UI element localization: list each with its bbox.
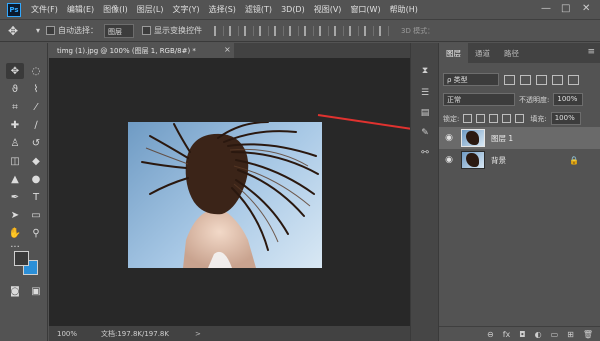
status-bar: 100% 文档:197.8K/197.8K >: [49, 326, 410, 341]
layer-row-background[interactable]: ◉ 背景 🔒: [439, 149, 600, 171]
delete-icon[interactable]: 🗑: [583, 330, 593, 339]
layers-panel-footer: ⊖ fx ◘ ◐ ▭ ⊞ 🗑: [439, 326, 600, 341]
adjustment-filter-icon[interactable]: [520, 74, 531, 85]
pixel-filter-icon[interactable]: [504, 74, 515, 85]
layer-row-layer1[interactable]: ◉ 图层 1: [439, 127, 600, 149]
adjustments-panel-icon[interactable]: ⚯: [418, 147, 432, 159]
lock-image-icon[interactable]: [476, 114, 486, 123]
lock-artboard-icon[interactable]: [502, 114, 512, 123]
layer-name: 背景: [491, 155, 506, 165]
panel-dock: ⧗ ☰ ▤ ✎ ⚯: [410, 43, 438, 341]
panel-tabs: 图层 通道 路径: [439, 43, 600, 63]
shape-filter-icon[interactable]: [552, 74, 563, 85]
group-icon[interactable]: ▭: [551, 330, 559, 339]
properties-panel-icon[interactable]: ☰: [418, 87, 432, 99]
document-info: 文档:197.8K/197.8K: [101, 329, 169, 338]
layer-lock-icon: 🔒: [569, 155, 579, 165]
tab-channels[interactable]: 通道: [468, 43, 497, 63]
blend-mode-dropdown[interactable]: 正常: [443, 93, 515, 106]
brush-settings-icon[interactable]: ✎: [418, 127, 432, 139]
status-menu-arrow[interactable]: >: [195, 330, 201, 338]
opacity-input[interactable]: 100%: [553, 93, 584, 106]
layer-thumbnail: [461, 129, 485, 147]
new-layer-icon[interactable]: ⊞: [567, 330, 574, 339]
panel-menu-icon[interactable]: ≡: [587, 47, 595, 57]
link-icon[interactable]: ⊖: [487, 330, 494, 339]
lock-position-icon[interactable]: [489, 114, 499, 123]
layers-panel: 图层 通道 路径 ≡ ρ 类型 正常 不透明度: 100% 锁定: 填充: 10…: [438, 43, 600, 341]
layer-filter-dropdown[interactable]: ρ 类型: [443, 73, 499, 86]
layer-thumbnail: [461, 151, 485, 169]
history-panel-icon[interactable]: ⧗: [418, 65, 432, 77]
zoom-level[interactable]: 100%: [57, 330, 91, 338]
fill-input[interactable]: 100%: [550, 112, 581, 125]
visibility-eye-icon[interactable]: ◉: [439, 133, 459, 143]
tab-layers[interactable]: 图层: [439, 43, 468, 63]
visibility-eye-icon[interactable]: ◉: [439, 155, 459, 165]
lock-row: 锁定: 填充: 100%: [443, 112, 581, 125]
opacity-label: 不透明度:: [519, 95, 550, 104]
fx-icon[interactable]: fx: [503, 330, 511, 339]
layer-name: 图层 1: [491, 133, 514, 143]
smart-object-filter-icon[interactable]: [568, 74, 579, 85]
adjustment-icon[interactable]: ◐: [535, 330, 542, 339]
layer-filter-row: ρ 类型: [443, 73, 579, 86]
lock-all-icon[interactable]: [515, 114, 525, 123]
info-panel-icon[interactable]: ▤: [418, 107, 432, 119]
type-filter-icon[interactable]: [536, 74, 547, 85]
fill-label: 填充:: [530, 114, 547, 123]
mask-icon[interactable]: ◘: [519, 330, 525, 339]
lock-label: 锁定:: [443, 114, 460, 123]
blend-row: 正常 不透明度: 100%: [443, 93, 584, 106]
tab-paths[interactable]: 路径: [497, 43, 526, 63]
lock-transparent-icon[interactable]: [463, 114, 473, 123]
